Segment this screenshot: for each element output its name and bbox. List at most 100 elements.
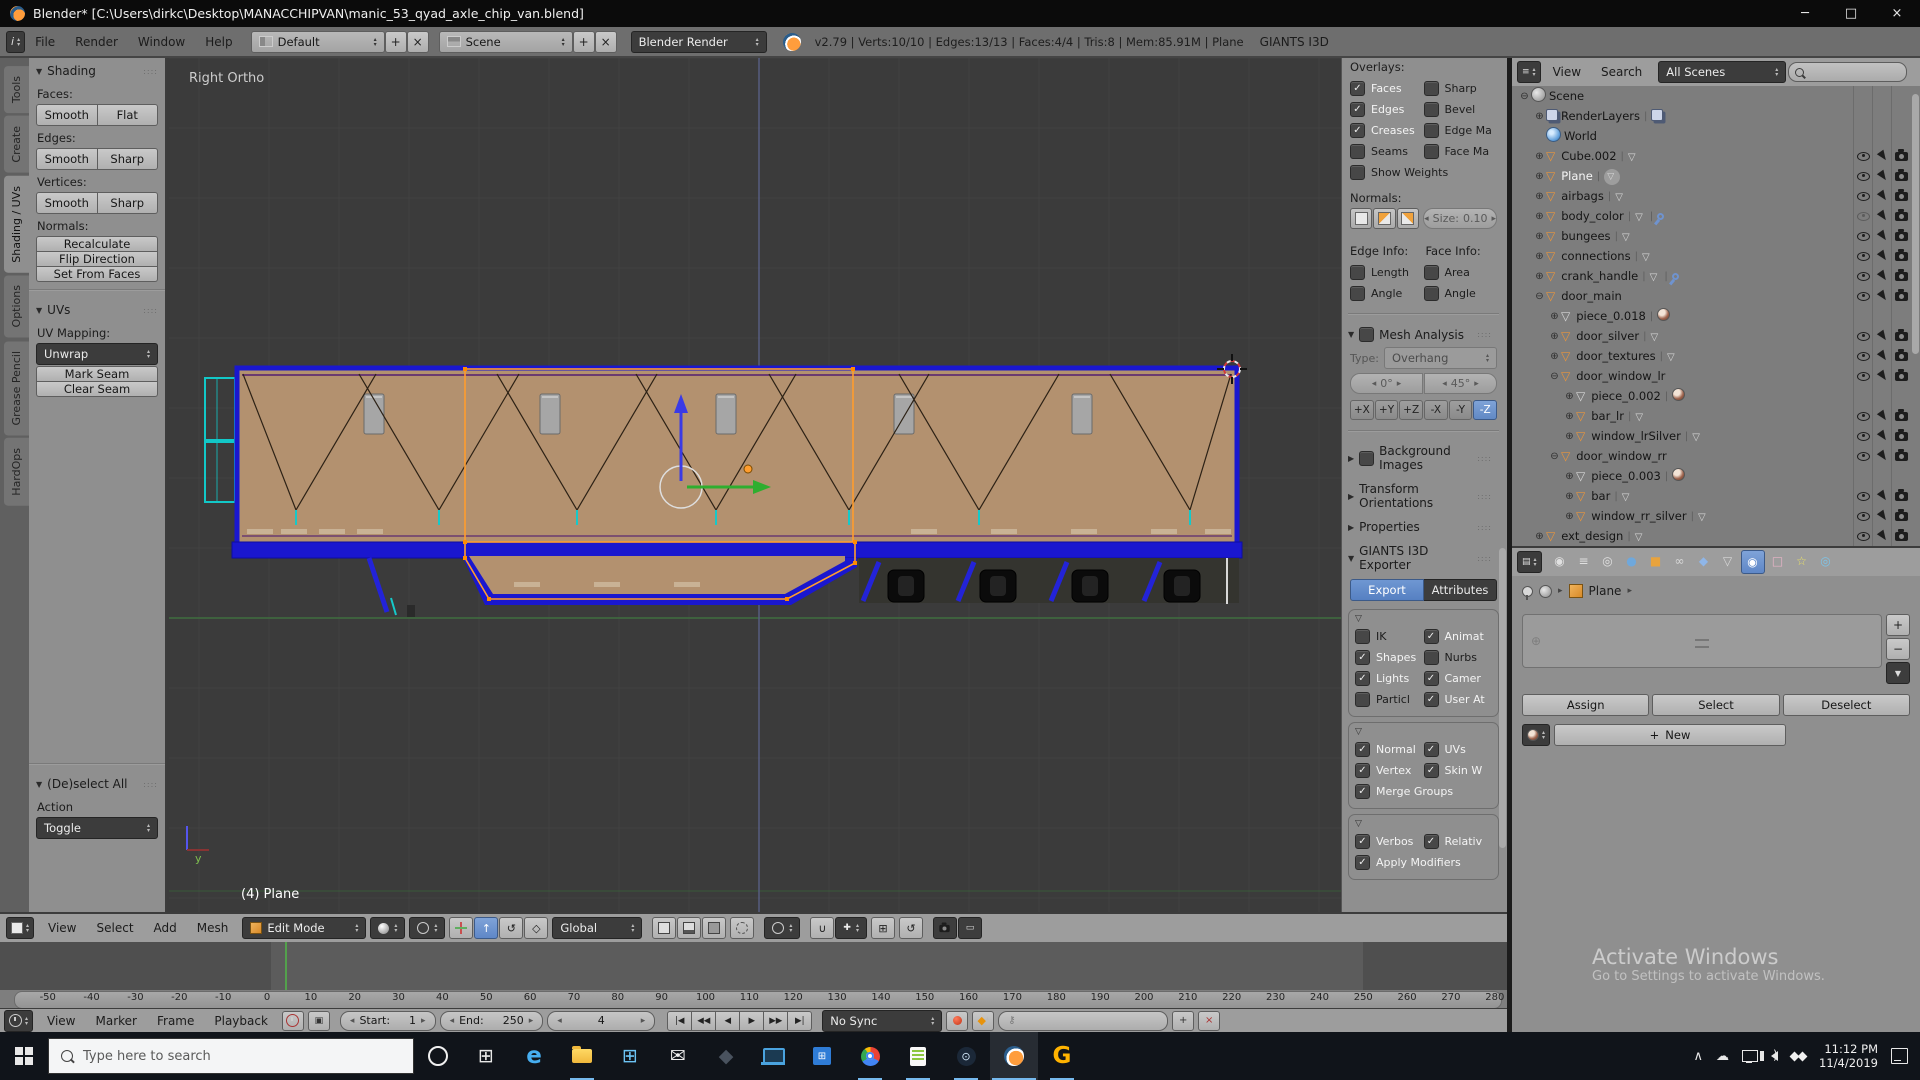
checkbox-skin-w[interactable]: ✓Skin W xyxy=(1424,760,1493,781)
outliner-row-airbags[interactable]: ⊕▽airbags|▽ xyxy=(1512,186,1920,206)
outliner-search-input[interactable] xyxy=(1788,62,1907,82)
add-scene-button[interactable]: + xyxy=(573,31,595,53)
visibility-eye-icon[interactable] xyxy=(1854,232,1873,241)
outliner-row-bar[interactable]: ⊕▽bar|▽ xyxy=(1512,486,1920,506)
taskbar-app-blender[interactable] xyxy=(990,1032,1038,1080)
outliner-row-connections[interactable]: ⊕▽connections|▽ xyxy=(1512,246,1920,266)
properties-tab-material[interactable]: ◉ xyxy=(1741,550,1765,574)
visibility-eye-icon[interactable] xyxy=(1854,412,1873,421)
pivot-point-dropdown[interactable]: ▴▾ xyxy=(409,917,445,939)
checkbox-merge-groups[interactable]: ✓Merge Groups xyxy=(1355,781,1492,802)
editor-type-outliner-button[interactable]: ≡▴▾ xyxy=(1517,61,1541,83)
expand-icon[interactable]: ⊕ xyxy=(1563,411,1576,422)
properties-tab-render[interactable]: ◉ xyxy=(1549,550,1571,572)
checkbox-particl[interactable]: Particl xyxy=(1355,689,1424,710)
selectability-cursor-icon[interactable] xyxy=(1873,351,1892,361)
uv-mapping-dropdown[interactable]: Unwrap▴▾ xyxy=(36,343,158,365)
renderability-camera-icon[interactable] xyxy=(1892,532,1911,541)
outliner-row-piece-0-002[interactable]: ⊕▽piece_0.002| xyxy=(1512,386,1920,406)
selectability-cursor-icon[interactable] xyxy=(1873,291,1892,301)
previous-keyframe-button[interactable]: ◀◀ xyxy=(692,1011,716,1031)
deselect-button[interactable]: Deselect xyxy=(1783,694,1910,716)
expand-icon[interactable]: ⊕ xyxy=(1533,111,1546,122)
expand-icon[interactable]: ⊕ xyxy=(1548,331,1561,342)
auto-keyframe-button[interactable] xyxy=(946,1011,968,1031)
expand-icon[interactable]: ⊕ xyxy=(1533,171,1546,182)
visibility-eye-icon[interactable] xyxy=(1854,332,1873,341)
outliner-row-body-color[interactable]: ⊕▽body_color|▽| xyxy=(1512,206,1920,226)
editor-type-properties-button[interactable]: ▤▴▾ xyxy=(1517,551,1542,573)
select-button[interactable]: Select xyxy=(1652,694,1779,716)
menu-file[interactable]: File xyxy=(25,35,65,49)
taskbar-app-chrome[interactable] xyxy=(846,1032,894,1080)
mark-seam-button[interactable]: Mark Seam xyxy=(36,366,158,382)
selectability-cursor-icon[interactable] xyxy=(1873,451,1892,461)
expand-icon[interactable]: ⊕ xyxy=(1533,251,1546,262)
renderability-camera-icon[interactable] xyxy=(1892,252,1911,261)
outliner-row-window-lrsilver[interactable]: ⊕▽window_lrSilver|▽ xyxy=(1512,426,1920,446)
selectability-cursor-icon[interactable] xyxy=(1873,491,1892,501)
properties-tab-modifiers[interactable]: ◆ xyxy=(1693,550,1715,572)
screen-layout-dropdown[interactable]: Default▴▾ xyxy=(251,31,385,53)
renderability-camera-icon[interactable] xyxy=(1892,512,1911,521)
remove-material-slot-button[interactable]: − xyxy=(1886,638,1910,660)
manipulator-rotate-button[interactable]: ↺ xyxy=(499,917,523,939)
selectability-cursor-icon[interactable] xyxy=(1873,531,1892,541)
outliner-row-piece-0-018[interactable]: ⊕▽piece_0.018| xyxy=(1512,306,1920,326)
tab-shading-uvs[interactable]: Shading / UVs xyxy=(4,176,29,273)
close-button[interactable]: × xyxy=(1874,0,1920,27)
analysis-angle-max-slider[interactable]: ◂45°▸ xyxy=(1424,373,1497,394)
axis-button-z[interactable]: +Z xyxy=(1399,400,1423,420)
menu-view[interactable]: View xyxy=(38,921,86,935)
taskbar-app-store[interactable]: ⊞ xyxy=(606,1032,654,1080)
editor-type-info-button[interactable]: i▴▾ xyxy=(6,31,25,53)
selectability-cursor-icon[interactable] xyxy=(1873,331,1892,341)
menu-view[interactable]: View xyxy=(37,1014,85,1028)
taskbar-app-steam[interactable]: ⊙ xyxy=(942,1032,990,1080)
menu-render[interactable]: Render xyxy=(65,35,128,49)
visibility-eye-icon[interactable] xyxy=(1854,492,1873,501)
outliner-row-door-main[interactable]: ⊖▽door_main xyxy=(1512,286,1920,306)
checkbox-bevel[interactable]: Bevel xyxy=(1424,99,1498,120)
manipulator-scale-button[interactable]: ◇ xyxy=(524,917,548,939)
renderability-camera-icon[interactable] xyxy=(1892,412,1911,421)
minimize-button[interactable]: ─ xyxy=(1782,0,1828,27)
outliner-row-piece-0-003[interactable]: ⊕▽piece_0.003| xyxy=(1512,466,1920,486)
selectability-cursor-icon[interactable] xyxy=(1873,191,1892,201)
menu-window[interactable]: Window xyxy=(128,35,195,49)
analysis-angle-min-slider[interactable]: ◂0°▸ xyxy=(1350,373,1423,394)
checkbox-relativ[interactable]: ✓Relativ xyxy=(1424,831,1493,852)
selectability-cursor-icon[interactable] xyxy=(1873,271,1892,281)
limit-selection-visible-button[interactable] xyxy=(730,917,754,939)
checkbox-lights[interactable]: ✓Lights xyxy=(1355,668,1424,689)
selectability-cursor-icon[interactable] xyxy=(1873,411,1892,421)
lock-button[interactable]: ▣ xyxy=(308,1011,330,1031)
snap-toggle-button[interactable]: ∪ xyxy=(810,917,834,939)
browse-material-dropdown[interactable]: ▴▾ xyxy=(1522,724,1550,746)
menu-select[interactable]: Select xyxy=(87,921,144,935)
new-material-button[interactable]: +New xyxy=(1554,724,1786,746)
display-mode-dropdown[interactable]: All Scenes▴▾ xyxy=(1658,61,1786,83)
add-layout-button[interactable]: + xyxy=(385,31,407,53)
menu-mesh[interactable]: Mesh xyxy=(187,921,239,935)
taskbar-app-pc[interactable] xyxy=(750,1032,798,1080)
panel-background-images-header[interactable]: ▶Background Images:::: xyxy=(1348,438,1499,476)
panel-mesh-analysis-header[interactable]: ▼ Mesh Analysis:::: xyxy=(1348,321,1499,346)
edges-smooth-button[interactable]: Smooth xyxy=(36,148,98,170)
face-normals-toggle[interactable] xyxy=(1397,208,1419,229)
vertex-normals-toggle[interactable] xyxy=(1350,208,1372,229)
taskbar-app-task-view[interactable]: ⊞ xyxy=(462,1032,510,1080)
panel-properties-header[interactable]: ▶Properties:::: xyxy=(1348,514,1499,538)
checkbox-area[interactable]: Area xyxy=(1424,262,1498,283)
outliner-row-plane[interactable]: ⊕▽Plane|▽ xyxy=(1512,166,1920,186)
sync-dropdown[interactable]: No Sync▴▾ xyxy=(822,1010,942,1032)
selectability-cursor-icon[interactable] xyxy=(1873,371,1892,381)
add-material-slot-button[interactable]: + xyxy=(1886,614,1910,636)
expand-icon[interactable]: ⊕ xyxy=(1548,351,1561,362)
snap-target-button[interactable]: ⊞ xyxy=(871,917,895,939)
menu-playback[interactable]: Playback xyxy=(204,1014,278,1028)
material-slot-list[interactable]: ⊕ xyxy=(1522,614,1882,668)
checkbox-face-ma[interactable]: Face Ma xyxy=(1424,141,1498,162)
delete-keyframe-button[interactable]: × xyxy=(1198,1011,1220,1031)
renderability-camera-icon[interactable] xyxy=(1892,372,1911,381)
